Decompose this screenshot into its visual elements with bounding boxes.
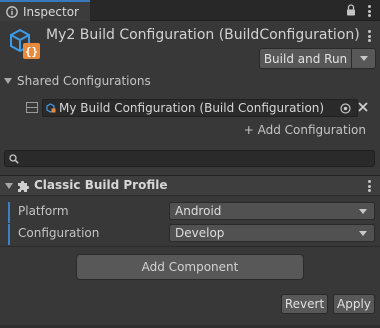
puzzle-piece-icon: [18, 180, 30, 192]
svg-text:{}: {}: [25, 45, 38, 58]
configuration-value: Develop: [175, 226, 225, 240]
shared-configuration-value: My Build Configuration (Build Configurat…: [59, 101, 325, 115]
shared-configuration-field[interactable]: My Build Configuration (Build Configurat…: [42, 99, 358, 117]
foldout-arrow-icon: [4, 78, 12, 84]
component-header[interactable]: Classic Build Profile: [0, 175, 380, 196]
add-configuration-button[interactable]: + Add Configuration: [244, 123, 366, 137]
apply-button[interactable]: Apply: [333, 294, 375, 314]
component-kebab-icon[interactable]: [364, 179, 374, 193]
component-title: Classic Build Profile: [34, 178, 168, 192]
shared-configurations-foldout[interactable]: Shared Configurations: [4, 74, 151, 88]
build-and-run-button[interactable]: Build and Run: [259, 48, 376, 69]
list-item: My Build Configuration (Build Configurat…: [26, 99, 374, 117]
modified-indicator: [8, 202, 10, 223]
platform-row: Platform Android: [8, 202, 380, 223]
modified-indicator: [8, 224, 10, 245]
build-configuration-asset-icon: {}: [10, 28, 40, 59]
configuration-dropdown[interactable]: Develop: [169, 224, 375, 242]
search-input[interactable]: [4, 150, 375, 167]
platform-label: Platform: [18, 204, 69, 218]
divider: [0, 246, 380, 247]
page-title: My2 Build Configuration (BuildConfigurat…: [46, 27, 360, 43]
tab-bar: Inspector: [0, 0, 380, 21]
kebab-menu-icon[interactable]: [364, 4, 374, 18]
configuration-label: Configuration: [18, 226, 100, 240]
build-configuration-icon: [46, 103, 56, 113]
drag-handle-icon[interactable]: [26, 102, 38, 113]
revert-button[interactable]: Revert: [281, 294, 328, 314]
platform-value: Android: [175, 204, 222, 218]
chevron-down-icon: [359, 231, 367, 236]
shared-configurations-label: Shared Configurations: [17, 74, 151, 88]
chevron-down-icon: [359, 209, 367, 214]
add-component-button[interactable]: Add Component: [76, 254, 304, 280]
tab-label: Inspector: [23, 4, 79, 19]
lock-icon[interactable]: [344, 3, 358, 17]
close-icon[interactable]: [356, 100, 370, 114]
chevron-down-icon: [359, 56, 368, 61]
search-icon: [9, 154, 19, 164]
tab-inspector[interactable]: Inspector: [0, 0, 90, 21]
object-picker-icon[interactable]: [340, 103, 351, 114]
configuration-row: Configuration Develop: [8, 224, 380, 245]
build-and-run-label[interactable]: Build and Run: [260, 49, 351, 68]
info-icon: [6, 5, 18, 18]
platform-dropdown[interactable]: Android: [169, 202, 375, 220]
build-dropdown-button[interactable]: [351, 49, 375, 68]
foldout-arrow-icon: [5, 183, 13, 189]
header-kebab-icon[interactable]: [364, 29, 374, 43]
